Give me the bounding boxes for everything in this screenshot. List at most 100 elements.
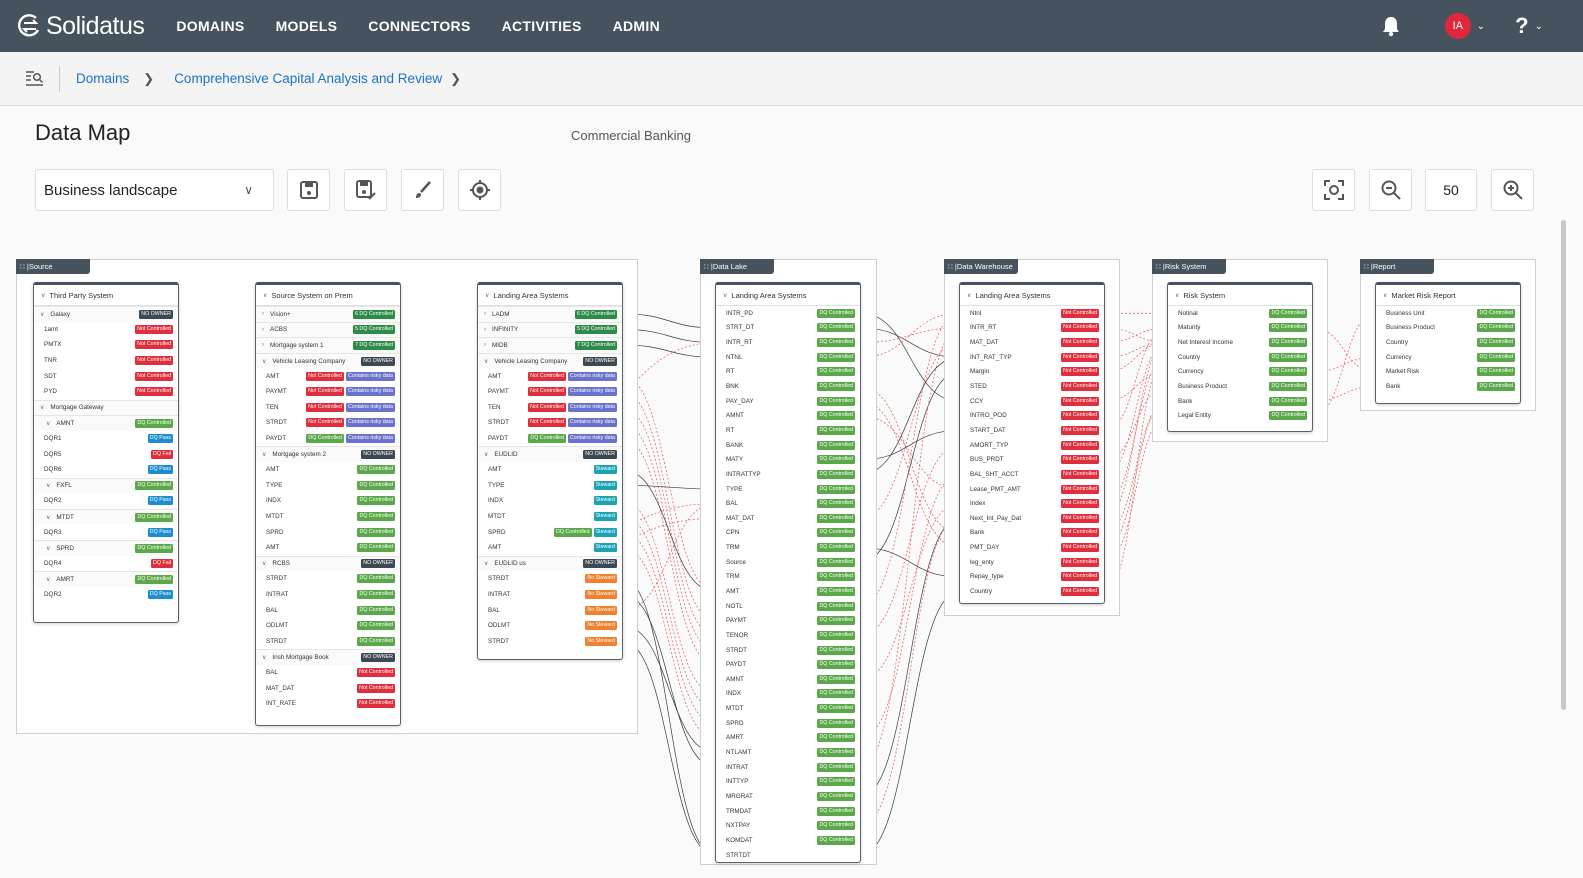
card-header[interactable]: ∨ Landing Area Systems xyxy=(478,285,622,306)
data-map-canvas[interactable]: ∷ | Source ∨ Third Party System ∨ Galaxy NO O… xyxy=(0,220,1560,870)
attribute-row[interactable]: MATY DQ Controlled xyxy=(716,452,860,467)
attribute-row[interactable]: leg_enty Not Controlled xyxy=(960,555,1104,570)
attribute-row[interactable]: Currency DQ Controlled xyxy=(1168,365,1312,380)
attribute-row[interactable]: SPRD DQ Controlled Steward xyxy=(478,524,622,540)
attribute-row[interactable]: STRT_DT DQ Controlled xyxy=(716,321,860,336)
entity-row[interactable]: ∨ Mortgage system 2 NO OWNER xyxy=(256,446,400,462)
attribute-row[interactable]: Lease_PMT_AMT Not Controlled xyxy=(960,482,1104,497)
vertical-scrollbar[interactable] xyxy=(1561,220,1566,710)
locate-button[interactable] xyxy=(458,169,501,211)
attribute-row[interactable]: AMT Steward xyxy=(478,462,622,478)
attribute-row[interactable]: MTDT DQ Controlled xyxy=(256,509,400,525)
attribute-row[interactable]: MRGRAT DQ Controlled xyxy=(716,789,860,804)
drag-handle-icon[interactable]: ∷ | xyxy=(704,262,713,271)
attribute-row[interactable]: Market Risk DQ Controlled xyxy=(1376,365,1520,380)
attribute-row[interactable]: SPRD DQ Controlled xyxy=(716,716,860,731)
attribute-row[interactable]: INDX DQ Controlled xyxy=(256,493,400,509)
search-list-icon[interactable] xyxy=(25,70,45,88)
attribute-row[interactable]: BAL No Steward xyxy=(478,602,622,618)
attribute-row[interactable]: BAL_SHT_ACCT Not Controlled xyxy=(960,467,1104,482)
chevron-right-icon[interactable]: › xyxy=(262,327,264,333)
chevron-down-icon[interactable]: ∨ xyxy=(40,311,44,318)
chevron-down-icon[interactable]: ∨ xyxy=(484,560,488,567)
attribute-row[interactable]: STRDT Not Controlled Contains risky data xyxy=(478,415,622,431)
entity-row[interactable]: › INFINITY 5 DQ Controlled xyxy=(478,321,622,338)
entity-row[interactable]: ∨ FXFL DQ Controlled xyxy=(34,477,178,494)
chevron-down-icon[interactable]: ∨ xyxy=(262,654,266,661)
attribute-row[interactable]: AMT DQ Controlled xyxy=(256,540,400,556)
attribute-row[interactable]: MAT_DAT DQ Controlled xyxy=(716,511,860,526)
drag-handle-icon[interactable]: ∷ | xyxy=(1156,262,1165,271)
card-header[interactable]: ∨ Risk System xyxy=(1168,285,1312,306)
view-select[interactable]: Business landscape ∨ xyxy=(35,169,274,211)
attribute-row[interactable]: AMNT DQ Controlled xyxy=(716,408,860,423)
attribute-row[interactable]: AMRT DQ Controlled xyxy=(716,731,860,746)
chevron-down-icon[interactable]: ∨ xyxy=(46,576,50,583)
entity-row[interactable]: ∨ MTDT DQ Controlled xyxy=(34,508,178,525)
attribute-row[interactable]: Maturity DQ Controlled xyxy=(1168,321,1312,336)
attribute-row[interactable]: Source DQ Controlled xyxy=(716,555,860,570)
attribute-row[interactable]: SDT Not Controlled xyxy=(34,368,178,384)
breadcrumb-domains[interactable]: Domains xyxy=(76,71,129,86)
attribute-row[interactable]: TENOR DQ Controlled xyxy=(716,628,860,643)
attribute-row[interactable]: RT DQ Controlled xyxy=(716,365,860,380)
nav-admin[interactable]: ADMIN xyxy=(613,18,660,34)
chevron-right-icon[interactable]: › xyxy=(262,311,264,317)
chevron-down-icon[interactable]: ∨ xyxy=(1175,292,1179,299)
attribute-row[interactable]: KOMDAT DQ Controlled xyxy=(716,833,860,848)
attribute-row[interactable]: MTDT DQ Controlled xyxy=(716,701,860,716)
attribute-row[interactable]: TYPE DQ Controlled xyxy=(716,482,860,497)
attribute-row[interactable]: Business Unit DQ Controlled xyxy=(1376,306,1520,321)
attribute-row[interactable]: INTRAT DQ Controlled xyxy=(256,587,400,603)
chevron-down-icon[interactable]: ∨ xyxy=(484,451,488,458)
nav-domains[interactable]: DOMAINS xyxy=(176,18,244,34)
chevron-down-icon[interactable]: ∨ xyxy=(46,482,50,489)
chevron-down-icon[interactable]: ∨ xyxy=(40,404,44,411)
fit-screen-button[interactable] xyxy=(1312,169,1355,211)
attribute-row[interactable]: Bank Not Controlled xyxy=(960,526,1104,541)
attribute-row[interactable]: INT_RATE Not Controlled xyxy=(256,696,400,712)
chevron-down-icon[interactable]: ∨ xyxy=(262,560,266,567)
card-header[interactable]: ∨ Third Party System xyxy=(34,285,178,306)
attribute-row[interactable]: DQR3 DQ Pass xyxy=(34,524,178,540)
attribute-row[interactable]: TYPE DQ Controlled xyxy=(256,478,400,494)
attribute-row[interactable]: Country Not Controlled xyxy=(960,584,1104,599)
attribute-row[interactable]: CCY Not Controlled xyxy=(960,394,1104,409)
chevron-right-icon[interactable]: ❯ xyxy=(450,71,461,87)
entity-row[interactable]: ∨ Vehicle Leasing Company NO OWNER xyxy=(256,352,400,369)
chevron-down-icon[interactable]: ∨ xyxy=(46,420,50,427)
attribute-row[interactable]: STRDT DQ Controlled xyxy=(716,643,860,658)
attribute-row[interactable]: Legal Entity DQ Controlled xyxy=(1168,408,1312,423)
attribute-row[interactable]: NTNL DQ Controlled xyxy=(716,350,860,365)
attribute-row[interactable]: INT_RAT_TYP Not Controlled xyxy=(960,350,1104,365)
entity-row[interactable]: › ACBS 5 DQ Controlled xyxy=(256,321,400,338)
chevron-right-icon[interactable]: › xyxy=(484,311,486,317)
attribute-row[interactable]: NTLAMT DQ Controlled xyxy=(716,745,860,760)
attribute-row[interactable]: AMORT_TYP Not Controlled xyxy=(960,438,1104,453)
attribute-row[interactable]: BAL DQ Controlled xyxy=(716,496,860,511)
attribute-row[interactable]: STRDT Not Controlled Contains risky data xyxy=(256,415,400,431)
attribute-row[interactable]: INTR_RT DQ Controlled xyxy=(716,335,860,350)
entity-row[interactable]: › MIDB 7 DQ Controlled xyxy=(478,337,622,353)
entity-row[interactable]: ∨ AMRT DQ Controlled xyxy=(34,571,178,587)
entity-row[interactable]: ∨ SPRD DQ Controlled xyxy=(34,539,178,556)
attribute-row[interactable]: DQR1 DQ Pass xyxy=(34,431,178,447)
attribute-row[interactable]: INTRAT No Steward xyxy=(478,587,622,603)
attribute-row[interactable]: STRDT DQ Controlled xyxy=(256,571,400,587)
attribute-row[interactable]: Notinal DQ Controlled xyxy=(1168,306,1312,321)
attribute-row[interactable]: Bank DQ Controlled xyxy=(1168,394,1312,409)
chevron-down-icon[interactable]: ∨ xyxy=(46,514,50,521)
attribute-row[interactable]: INTRATTYP DQ Controlled xyxy=(716,467,860,482)
attribute-row[interactable]: NOTL DQ Controlled xyxy=(716,599,860,614)
attribute-row[interactable]: PAYMT DQ Controlled xyxy=(716,613,860,628)
chevron-down-icon[interactable]: ∨ xyxy=(263,292,267,299)
attribute-row[interactable]: TEN Not Controlled Contains risky data xyxy=(256,400,400,416)
attribute-row[interactable]: AMT Not Controlled Contains risky data xyxy=(478,368,622,384)
save-button[interactable] xyxy=(287,169,330,211)
entity-row[interactable]: ∨ EUDLID us NO OWNER xyxy=(478,555,622,572)
card-header[interactable]: ∨ Landing Area Systems xyxy=(716,285,860,306)
attribute-row[interactable]: AMT DQ Controlled xyxy=(716,584,860,599)
chevron-down-icon[interactable]: ∨ xyxy=(723,292,727,299)
chevron-right-icon[interactable]: › xyxy=(262,342,264,348)
attribute-row[interactable]: DQR5 DQ Fail xyxy=(34,446,178,462)
